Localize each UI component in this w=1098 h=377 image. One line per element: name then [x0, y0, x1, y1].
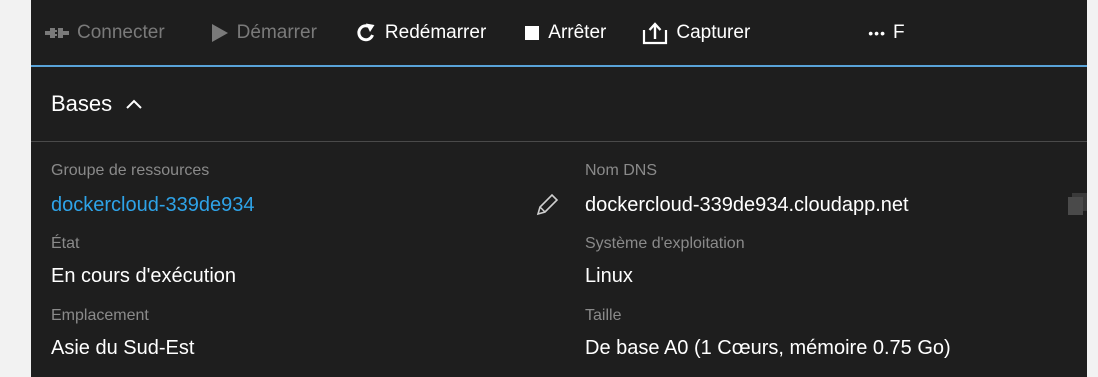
capture-button[interactable]: Capturer: [642, 0, 750, 65]
command-bar: Connecter Démarrer Redémarrer Arrêter Ca…: [31, 0, 1087, 67]
connect-plug-icon: [45, 26, 69, 40]
connect-button[interactable]: Connecter: [45, 0, 165, 65]
stop-button[interactable]: Arrêter: [524, 0, 606, 65]
restart-icon: [355, 22, 377, 44]
location-label: Emplacement: [51, 307, 149, 324]
chevron-up-icon[interactable]: [126, 99, 142, 109]
capture-upload-icon: [642, 21, 668, 45]
start-button[interactable]: Démarrer: [211, 0, 317, 65]
vm-essentials-panel: Connecter Démarrer Redémarrer Arrêter Ca…: [31, 0, 1087, 377]
resource-group-label: Groupe de ressources: [51, 162, 210, 179]
size-value: De base A0 (1 Cœurs, mémoire 0.75 Go): [585, 337, 951, 359]
more-label-truncated: F: [893, 21, 905, 43]
start-label: Démarrer: [236, 21, 317, 43]
essentials-header: Bases: [31, 67, 1087, 142]
os-value: Linux: [585, 265, 633, 287]
os-label: Système d'exploitation: [585, 235, 745, 252]
play-icon: [211, 23, 229, 43]
capture-label: Capturer: [676, 21, 751, 43]
location-value: Asie du Sud-Est: [51, 337, 195, 359]
status-value: En cours d'exécution: [51, 265, 237, 287]
more-icon: •••: [868, 24, 886, 41]
dns-name-label: Nom DNS: [585, 162, 658, 179]
connect-label: Connecter: [77, 21, 165, 43]
resource-group-link[interactable]: dockercloud-339de934: [51, 194, 255, 217]
stop-label: Arrêter: [548, 21, 607, 43]
size-label: Taille: [585, 307, 622, 324]
more-button[interactable]: ••• F: [868, 0, 904, 65]
copy-icon[interactable]: [1067, 192, 1087, 216]
pencil-icon[interactable]: [534, 192, 560, 218]
restart-button[interactable]: Redémarrer: [355, 0, 486, 65]
restart-label: Redémarrer: [384, 21, 487, 43]
status-label: État: [51, 235, 80, 252]
section-title: Bases: [51, 91, 113, 116]
stop-square-icon: [524, 25, 540, 41]
dns-name-value: dockercloud-339de934.cloudapp.net: [585, 194, 909, 216]
